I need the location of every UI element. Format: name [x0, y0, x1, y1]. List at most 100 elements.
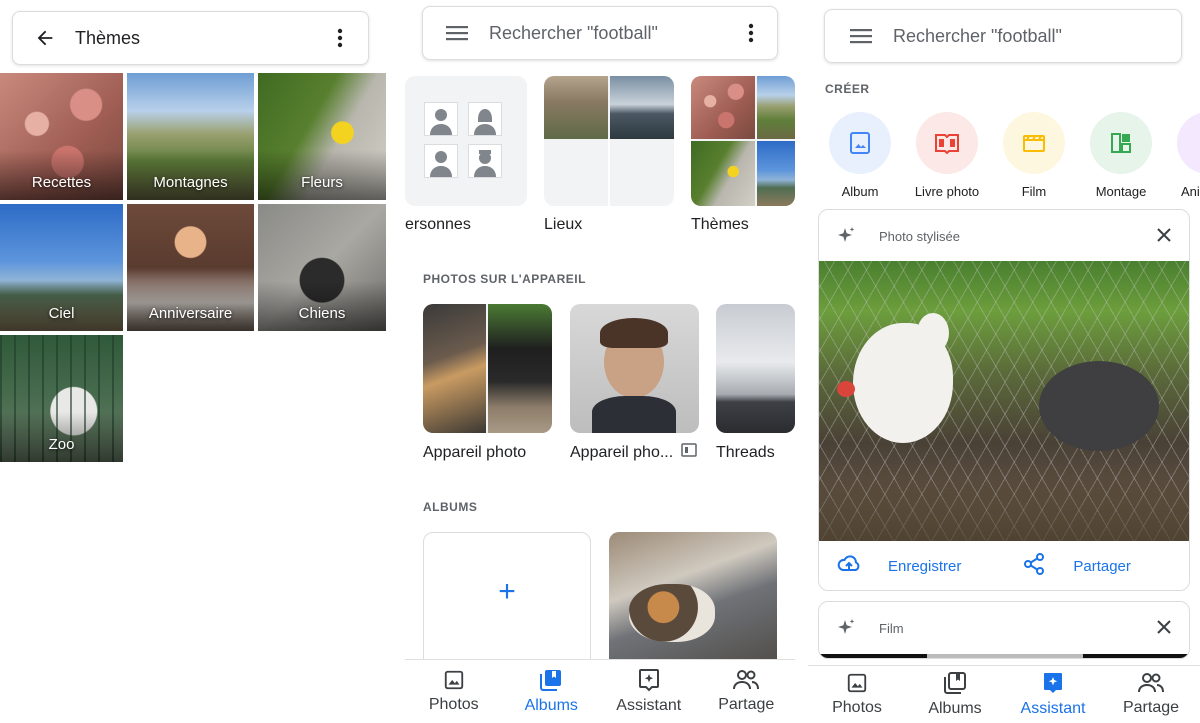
device-folder-label: Appareil photo [423, 444, 527, 461]
create-collage[interactable]: Montage [1081, 112, 1161, 199]
nav-photos[interactable]: Photos [405, 660, 503, 723]
more-vert-icon[interactable] [737, 19, 765, 47]
book-icon [916, 112, 978, 174]
create-movie[interactable]: Film [994, 112, 1074, 199]
themes-header: Thèmes [12, 11, 369, 65]
menu-icon[interactable] [443, 19, 471, 47]
person-placeholder-icon [424, 144, 458, 178]
photo-icon [847, 673, 867, 693]
tile-label: Anniversaire [148, 305, 233, 322]
plus-icon: + [498, 575, 516, 608]
save-button[interactable]: Enregistrer [888, 558, 961, 575]
bottom-navigation: Photos Albums Assistant Partage [808, 665, 1200, 723]
nav-label: Assistant [1020, 700, 1086, 717]
create-label: Film [1021, 184, 1047, 199]
share-icon[interactable] [1023, 553, 1045, 580]
assistant-card-movie: Film [818, 601, 1190, 659]
albums-panel: Rechercher "football" ersonnes Lieux Thè… [405, 0, 795, 723]
assistant-panel: Rechercher "football" CRÉER Album Livre … [808, 0, 1200, 723]
page-title: Thèmes [75, 27, 141, 48]
nav-label: Albums [928, 700, 982, 717]
device-folder-label: Threads [716, 444, 775, 461]
category-card-lieux[interactable] [544, 76, 674, 206]
tile-label: Montagnes [153, 174, 228, 191]
assistant-card-stylized-photo: Photo stylisée Enregistrer Partager [818, 209, 1190, 591]
search-input[interactable]: Rechercher "football" [893, 26, 1062, 47]
stylized-photo[interactable] [819, 261, 1189, 541]
section-heading-create: CRÉER [825, 82, 870, 96]
bottom-navigation: Photos Albums Assistant Partage [405, 659, 795, 723]
theme-tile-montagnes[interactable]: Montagnes [127, 73, 254, 200]
create-animation[interactable]: Anim [1168, 112, 1200, 199]
create-label: Album [841, 184, 879, 199]
back-arrow-icon[interactable] [31, 24, 59, 52]
category-label: ersonnes [405, 216, 471, 233]
theme-tile-chiens[interactable]: Chiens [258, 204, 386, 331]
search-bar[interactable]: Rechercher "football" [824, 9, 1182, 63]
search-bar[interactable]: Rechercher "football" [422, 6, 778, 60]
create-album[interactable]: Album [820, 112, 900, 199]
device-storage-icon [679, 440, 699, 460]
category-card-personnes[interactable] [405, 76, 527, 206]
nav-photos[interactable]: Photos [808, 666, 906, 723]
nav-label: Partage [718, 696, 775, 713]
people-icon [1138, 673, 1164, 693]
assistant-icon [638, 669, 659, 692]
nav-albums[interactable]: Albums [503, 660, 601, 723]
nav-sharing[interactable]: Partage [698, 660, 796, 723]
theme-tile-ciel[interactable]: Ciel [0, 204, 123, 331]
device-folder-camera-2[interactable] [570, 304, 699, 433]
person-placeholder-icon [468, 144, 502, 178]
themes-panel: Thèmes Recettes Montagnes Fleurs Ciel An… [0, 0, 386, 723]
tile-label: Ciel [48, 305, 75, 322]
person-placeholder-icon [424, 102, 458, 136]
movie-icon [1003, 112, 1065, 174]
nav-albums[interactable]: Albums [906, 666, 1004, 723]
category-card-themes[interactable] [691, 76, 795, 206]
cloud-upload-icon[interactable] [837, 555, 861, 578]
nav-label: Photos [428, 696, 479, 713]
device-folder-camera[interactable] [423, 304, 552, 433]
assistant-icon [1044, 673, 1062, 693]
card-actions: Enregistrer Partager [819, 541, 1189, 590]
theme-tile-anniversaire[interactable]: Anniversaire [127, 204, 254, 331]
theme-tile-fleurs[interactable]: Fleurs [258, 73, 386, 200]
nav-label: Partage [1122, 699, 1180, 716]
album-icon [944, 672, 966, 694]
create-label: Anim [1181, 184, 1200, 199]
share-button[interactable]: Partager [1073, 558, 1131, 575]
card-title: Photo stylisée [879, 229, 960, 244]
collage-icon [1090, 112, 1152, 174]
nav-label: Albums [524, 697, 578, 714]
theme-tile-recettes[interactable]: Recettes [0, 73, 123, 200]
nav-assistant[interactable]: Assistant [600, 660, 698, 723]
nav-label: Photos [832, 699, 882, 716]
create-label: Montage [1095, 184, 1147, 199]
more-vert-icon[interactable] [326, 24, 354, 52]
animation-icon [1177, 112, 1200, 174]
close-icon[interactable] [1155, 226, 1173, 249]
create-photo-book[interactable]: Livre photo [907, 112, 987, 199]
section-heading-device: PHOTOS SUR L'APPAREIL [423, 272, 586, 286]
album-icon [540, 670, 562, 691]
new-album-button[interactable]: + [423, 532, 591, 672]
menu-icon[interactable] [847, 22, 875, 50]
device-folder-threads[interactable] [716, 304, 795, 433]
person-placeholder-icon [468, 102, 502, 136]
album-card[interactable] [609, 532, 777, 672]
theme-tile-zoo[interactable]: Zoo [0, 335, 123, 462]
search-input[interactable]: Rechercher "football" [489, 23, 658, 44]
album-create-icon [829, 112, 891, 174]
sparkle-icon [836, 618, 856, 643]
card-title: Film [879, 621, 904, 636]
create-label: Livre photo [914, 184, 980, 199]
category-label: Lieux [544, 216, 583, 233]
tile-label: Zoo [48, 436, 75, 453]
nav-sharing[interactable]: Partage [1102, 666, 1200, 723]
tile-label: Fleurs [301, 174, 343, 191]
nav-assistant[interactable]: Assistant [1004, 666, 1102, 723]
close-icon[interactable] [1155, 618, 1173, 641]
nav-label: Assistant [616, 697, 682, 714]
category-label: Thèmes [691, 216, 749, 233]
tile-label: Recettes [31, 174, 92, 191]
